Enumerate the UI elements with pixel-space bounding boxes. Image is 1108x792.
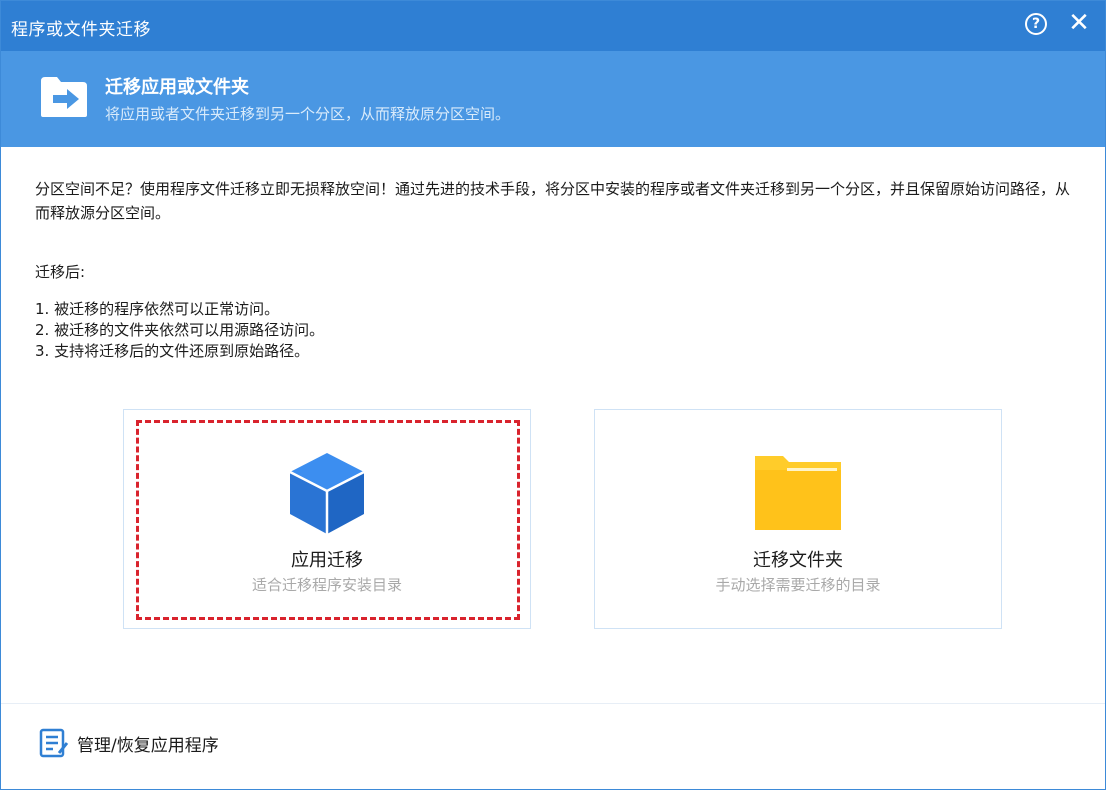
cube-icon [289,453,365,534]
app-migration-card[interactable]: 应用迁移 适合迁移程序安装目录 [123,409,531,629]
migration-window: 程序或文件夹迁移 ? ✕ 迁移应用或文件夹 将应用或者文件夹迁移到另一个分区，从… [0,0,1106,790]
manage-restore-label: 管理/恢复应用程序 [77,736,219,756]
after-points-list: 1. 被迁移的程序依然可以正常访问。 2. 被迁移的文件夹依然可以用源路径访问。… [35,299,324,362]
header-title: 迁移应用或文件夹 [105,77,249,98]
help-icon[interactable]: ? [1025,13,1047,35]
intro-text: 分区空间不足？使用程序文件迁移立即无损释放空间！通过先进的技术手段，将分区中安装… [35,177,1071,225]
folder-migration-card[interactable]: 迁移文件夹 手动选择需要迁移的目录 [594,409,1002,629]
folder-icon [755,456,841,530]
footer-divider [1,703,1105,704]
list-item: 2. 被迁移的文件夹依然可以用源路径访问。 [35,321,325,339]
header-band: 迁移应用或文件夹 将应用或者文件夹迁移到另一个分区，从而释放原分区空间。 [1,51,1105,147]
header-subtitle: 将应用或者文件夹迁移到另一个分区，从而释放原分区空间。 [105,105,511,123]
folder-transfer-icon [41,77,87,117]
card-title: 应用迁移 [291,550,363,571]
intro-paragraph: 分区空间不足？使用程序文件迁移立即无损释放空间！通过先进的技术手段，将分区中安装… [35,180,1071,222]
card-subtitle: 手动选择需要迁移的目录 [715,576,881,594]
close-icon[interactable]: ✕ [1065,9,1093,37]
manage-restore-link[interactable]: 管理/恢复应用程序 [37,728,219,758]
card-title: 迁移文件夹 [753,550,843,571]
window-title: 程序或文件夹迁移 [11,20,151,40]
card-subtitle: 适合迁移程序安装目录 [251,576,402,594]
title-bar: 程序或文件夹迁移 ? ✕ [1,1,1105,51]
list-icon [39,728,69,758]
list-item: 1. 被迁移的程序依然可以正常访问。 [35,300,280,318]
after-label: 迁移后: [35,263,86,281]
list-item: 3. 支持将迁移后的文件还原到原始路径。 [35,342,310,360]
